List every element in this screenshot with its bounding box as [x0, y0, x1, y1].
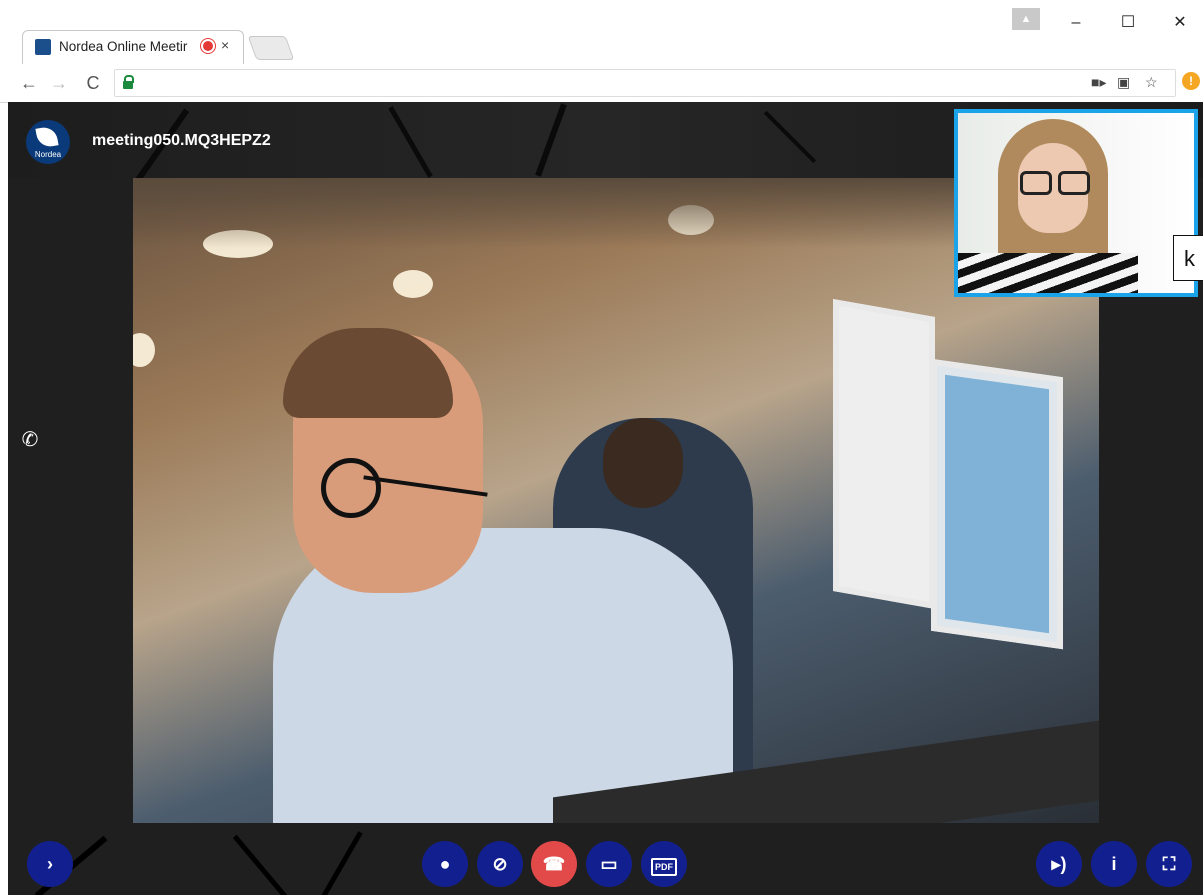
close-window-button[interactable]: ✕ — [1158, 8, 1202, 38]
new-tab-button[interactable] — [247, 36, 295, 60]
expand-panel-button[interactable]: › — [27, 841, 73, 887]
maximize-button[interactable]: ☐ — [1106, 8, 1150, 38]
tab-title: Nordea Online Meetir — [59, 39, 188, 54]
fullscreen-icon: ⛶ — [1162, 854, 1176, 874]
hang-up-button[interactable]: ☎ — [531, 841, 577, 887]
share-pdf-button[interactable]: PDF — [641, 841, 687, 887]
speaker-icon: ▸) — [1051, 854, 1067, 874]
microphone-icon: ● — [439, 854, 451, 874]
tab-close-button[interactable]: × — [221, 37, 229, 53]
profile-button[interactable]: ▲ — [1012, 8, 1040, 30]
info-button[interactable]: i — [1091, 841, 1137, 887]
browser-titlebar: Nordea Online Meetir × ▲ – ☐ ✕ — [0, 0, 1203, 65]
camera-off-icon: ⊘ — [492, 854, 508, 874]
lock-icon — [123, 75, 134, 89]
nordea-logo: Nordea — [26, 120, 70, 164]
nordea-favicon-icon — [35, 39, 51, 55]
fullscreen-button[interactable]: ⛶ — [1146, 841, 1192, 887]
meeting-id-label: meeting050.MQ3HEPZ2 — [92, 132, 271, 149]
monitor-icon: ▭ — [600, 854, 618, 874]
minimize-button[interactable]: – — [1054, 8, 1098, 38]
meeting-app: Nordea meeting050.MQ3HEPZ2 k ✆ › ● ⊘ ☎ ▭… — [8, 102, 1203, 895]
translate-icon[interactable]: ▣ — [1117, 74, 1130, 91]
star-icon[interactable]: ☆ — [1145, 74, 1158, 91]
share-screen-button[interactable]: ▭ — [586, 841, 632, 887]
address-bar[interactable]: ■▸ ▣ ☆ — [114, 69, 1176, 97]
camera-icon[interactable]: ■▸ — [1091, 74, 1106, 91]
record-dot-icon — [203, 41, 213, 51]
overlay-label: k — [1173, 235, 1203, 281]
browser-toolbar: ← → C ■▸ ▣ ☆ ! — [0, 64, 1203, 103]
browser-tab[interactable]: Nordea Online Meetir × — [22, 30, 244, 65]
info-icon: i — [1111, 854, 1117, 874]
self-video-preview[interactable] — [954, 109, 1198, 297]
reload-button[interactable]: C — [80, 70, 106, 96]
hang-up-icon: ☎ — [542, 854, 566, 874]
camera-toggle-button[interactable]: ⊘ — [477, 841, 523, 887]
extension-alert-icon[interactable]: ! — [1182, 72, 1200, 90]
phone-ringing-icon[interactable]: ✆ — [16, 426, 44, 454]
back-button[interactable]: ← — [16, 70, 42, 96]
volume-button[interactable]: ▸) — [1036, 841, 1082, 887]
chevron-right-icon: › — [47, 854, 53, 874]
forward-button[interactable]: → — [46, 70, 72, 96]
microphone-button[interactable]: ● — [422, 841, 468, 887]
pdf-icon: PDF — [651, 858, 677, 876]
